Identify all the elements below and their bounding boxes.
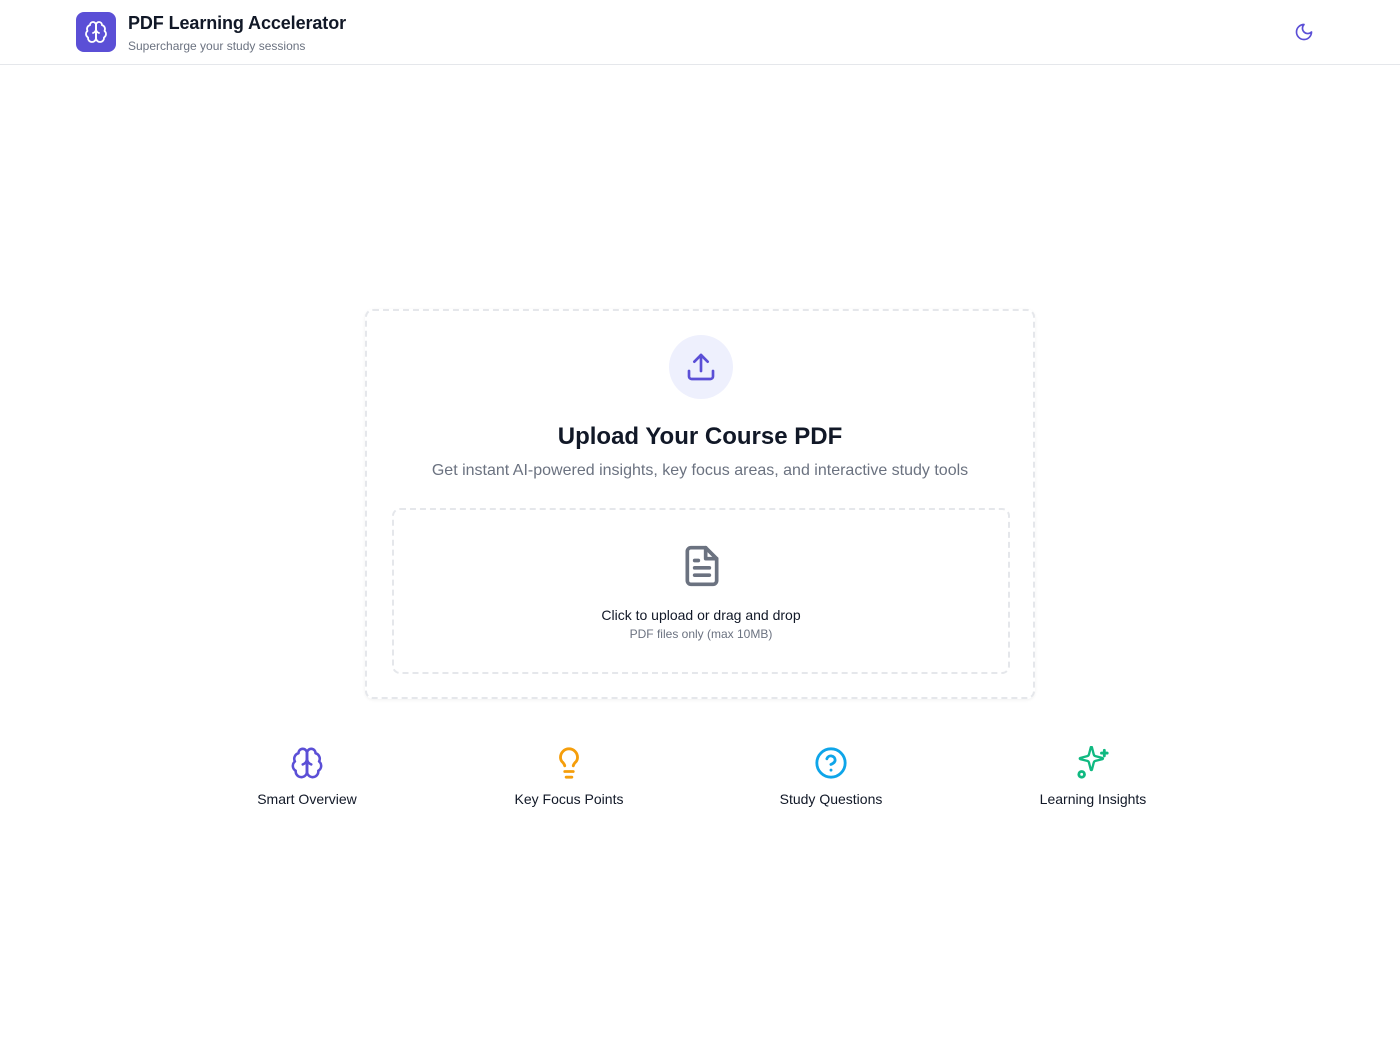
dropzone-secondary-text: PDF files only (max 10MB) — [629, 627, 773, 641]
upload-icon-badge — [669, 335, 733, 399]
feature-key-focus-points: Key Focus Points — [469, 745, 669, 807]
file-text-icon — [685, 545, 719, 587]
feature-icon-wrapper — [289, 745, 325, 781]
upload-description: Get instant AI-powered insights, key foc… — [431, 462, 969, 479]
feature-label: Study Questions — [779, 791, 883, 807]
upload-icon — [687, 353, 715, 381]
brain-icon — [291, 747, 323, 779]
feature-icon-wrapper — [1075, 745, 1111, 781]
app-subtitle: Supercharge your study sessions — [128, 39, 306, 53]
feature-study-questions: Study Questions — [731, 745, 931, 807]
app-header: PDF Learning Accelerator Supercharge you… — [0, 0, 1400, 65]
theme-toggle-button[interactable] — [1288, 16, 1320, 48]
pdf-dropzone[interactable]: Click to upload or drag and drop PDF fil… — [392, 508, 1010, 674]
upload-card: Upload Your Course PDF Get instant AI-po… — [365, 309, 1035, 699]
app-logo — [76, 12, 116, 52]
lightbulb-icon — [559, 747, 579, 779]
upload-title: Upload Your Course PDF — [557, 423, 843, 450]
dropzone-primary-text: Click to upload or drag and drop — [601, 607, 801, 623]
sparkles-icon — [1077, 746, 1109, 779]
feature-label: Key Focus Points — [514, 791, 624, 807]
feature-smart-overview: Smart Overview — [207, 745, 407, 807]
moon-icon — [1295, 23, 1313, 41]
feature-label: Smart Overview — [257, 791, 357, 807]
app-title: PDF Learning Accelerator — [128, 13, 346, 33]
brain-icon — [85, 21, 107, 43]
feature-icon-wrapper — [551, 745, 587, 781]
feature-learning-insights: Learning Insights — [993, 745, 1193, 807]
help-circle-icon — [815, 747, 847, 779]
feature-icon-wrapper — [813, 745, 849, 781]
feature-label: Learning Insights — [1039, 791, 1147, 807]
